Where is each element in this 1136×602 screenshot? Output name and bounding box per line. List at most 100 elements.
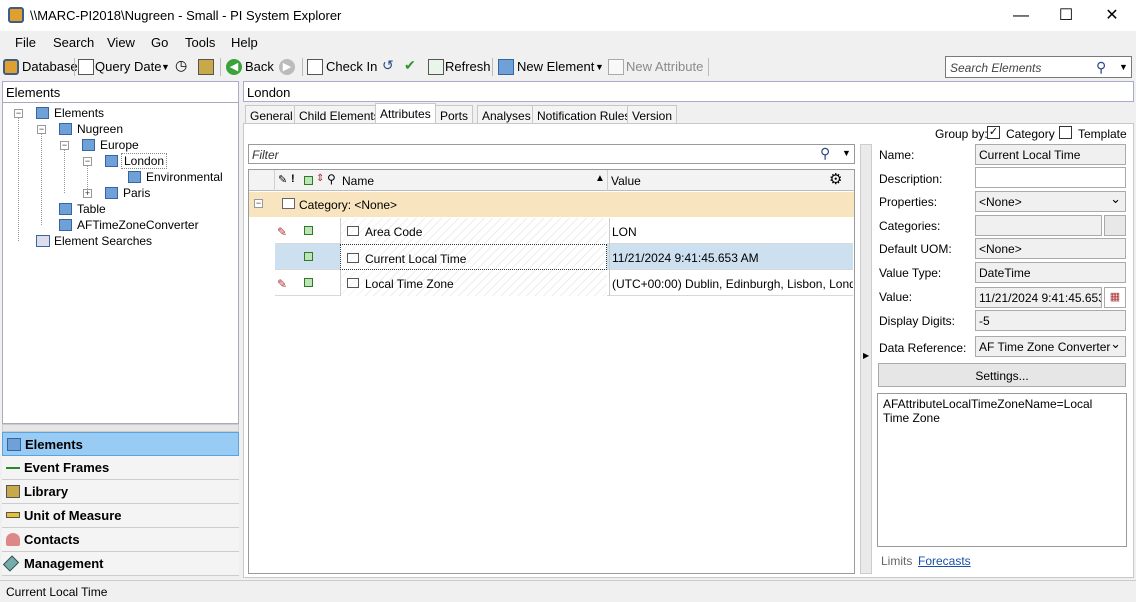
new-element-button[interactable]: New Element bbox=[517, 59, 594, 74]
nav-management[interactable]: Management bbox=[2, 552, 239, 576]
tab-version[interactable]: Version bbox=[627, 105, 678, 125]
expand-nugreen-icon[interactable]: − bbox=[37, 125, 46, 134]
close-button[interactable]: ✕ bbox=[1089, 0, 1135, 31]
description-field[interactable] bbox=[975, 167, 1126, 188]
tree-item-london[interactable]: London bbox=[121, 153, 168, 169]
expand-europe-icon[interactable]: − bbox=[60, 141, 69, 150]
category-group-row[interactable]: − Category: <None> bbox=[249, 192, 854, 217]
element-tree[interactable]: − Elements − Nugreen − Europe − London E… bbox=[2, 102, 239, 424]
column-header-value[interactable]: Value bbox=[611, 174, 641, 188]
name-cell[interactable]: Area Code bbox=[340, 218, 607, 244]
new-element-dropdown-icon[interactable]: ▼ bbox=[595, 62, 604, 72]
menu-tools[interactable]: Tools bbox=[185, 35, 215, 50]
search-column-icon[interactable]: ⚲ bbox=[327, 172, 336, 186]
display-digits-field[interactable]: -5 bbox=[975, 310, 1126, 331]
tree-item-elements[interactable]: Elements bbox=[54, 106, 104, 120]
tree-item-nugreen[interactable]: Nugreen bbox=[77, 122, 123, 136]
properties-dropdown[interactable]: <None> bbox=[975, 191, 1126, 212]
categories-browse-button[interactable] bbox=[1104, 215, 1126, 236]
tree-item-element-searches[interactable]: Element Searches bbox=[54, 234, 152, 248]
nav-elements[interactable]: Elements bbox=[2, 432, 239, 456]
sort-column-icon[interactable]: ⇕ bbox=[316, 173, 324, 184]
map-icon[interactable] bbox=[198, 59, 214, 75]
table-row[interactable]: ✎ Area Code LON bbox=[275, 218, 853, 244]
search-icon[interactable]: ⚲ bbox=[1096, 59, 1106, 76]
filter-dropdown-icon[interactable]: ▼ bbox=[842, 148, 851, 158]
tree-item-paris[interactable]: Paris bbox=[123, 186, 150, 200]
flag-column-icon[interactable]: ! bbox=[291, 173, 295, 185]
maximize-button[interactable]: ☐ bbox=[1043, 0, 1089, 31]
menu-go[interactable]: Go bbox=[151, 35, 168, 50]
pi-point-column-icon[interactable] bbox=[304, 176, 313, 185]
nav-unit-of-measure[interactable]: Unit of Measure bbox=[2, 504, 239, 528]
checkmark-icon[interactable]: ✔ bbox=[404, 57, 416, 74]
value-cell[interactable]: (UTC+00:00) Dublin, Edinburgh, Lisbon, L… bbox=[609, 270, 853, 296]
nav-library[interactable]: Library bbox=[2, 480, 239, 504]
edit-pencil-icon[interactable]: ✎ bbox=[277, 218, 287, 244]
query-date-dropdown-icon[interactable]: ▼ bbox=[161, 62, 170, 72]
clock-icon[interactable]: ◷ bbox=[175, 57, 187, 74]
forecasts-link[interactable]: Forecasts bbox=[918, 554, 971, 568]
nav-event-frames[interactable]: Event Frames bbox=[2, 456, 239, 480]
check-in-button[interactable]: Check In bbox=[326, 59, 377, 74]
tab-analyses[interactable]: Analyses bbox=[477, 105, 536, 125]
template-checkbox[interactable] bbox=[1059, 126, 1072, 139]
back-button[interactable]: Back bbox=[245, 59, 274, 74]
value-cell[interactable]: LON bbox=[609, 218, 853, 244]
collapse-arrow-icon[interactable]: ▶ bbox=[863, 351, 869, 360]
search-dropdown-icon[interactable]: ▼ bbox=[1119, 62, 1128, 72]
tree-item-table[interactable]: Table bbox=[77, 202, 106, 216]
panel-splitter[interactable] bbox=[2, 424, 239, 432]
limits-link[interactable]: Limits bbox=[881, 554, 912, 568]
query-date-button[interactable]: Query Date bbox=[95, 59, 161, 74]
tree-item-environmental[interactable]: Environmental bbox=[146, 170, 223, 184]
nav-contacts-label: Contacts bbox=[24, 532, 80, 547]
table-row-selected[interactable]: Current Local Time 11/21/2024 9:41:45.65… bbox=[275, 244, 853, 270]
value-field[interactable]: 11/21/2024 9:41:45.653 bbox=[975, 287, 1102, 308]
edit-column-icon[interactable]: ✎ bbox=[278, 173, 287, 186]
tree-item-aftimezoneconverter[interactable]: AFTimeZoneConverter bbox=[77, 218, 199, 232]
default-uom-field[interactable]: <None> bbox=[975, 238, 1126, 259]
menu-help[interactable]: Help bbox=[231, 35, 258, 50]
search-elements-input[interactable]: Search Elements ⚲ ▼ bbox=[945, 56, 1132, 78]
nav-contacts[interactable]: Contacts bbox=[2, 528, 239, 552]
tab-general[interactable]: General bbox=[245, 105, 298, 125]
name-cell[interactable]: Current Local Time bbox=[340, 244, 607, 270]
category-checkbox[interactable]: ✓ bbox=[987, 126, 1000, 139]
calendar-picker-icon[interactable]: ▦ bbox=[1104, 287, 1126, 308]
value-cell[interactable]: 11/21/2024 9:41:45.653 AM bbox=[609, 244, 853, 270]
config-string-box[interactable]: AFAttributeLocalTimeZoneName=Local Time … bbox=[877, 393, 1127, 547]
minimize-button[interactable]: — bbox=[998, 0, 1044, 31]
refresh-button[interactable]: Refresh bbox=[445, 59, 491, 74]
collapse-category-icon[interactable]: − bbox=[254, 199, 263, 208]
property-panel-splitter[interactable]: ▶ bbox=[860, 144, 872, 574]
database-button[interactable]: Database bbox=[22, 59, 78, 74]
tab-ports[interactable]: Ports bbox=[435, 105, 474, 125]
tab-notification-rules[interactable]: Notification Rules bbox=[532, 105, 636, 125]
expand-london-icon[interactable]: − bbox=[83, 157, 92, 166]
tab-child-elements[interactable]: Child Elements bbox=[294, 105, 385, 125]
column-settings-gear-icon[interactable]: ⚙ bbox=[829, 170, 842, 188]
value-type-field[interactable]: DateTime bbox=[975, 262, 1126, 283]
undo-check-out-icon[interactable]: ↺ bbox=[382, 57, 394, 74]
name-field[interactable]: Current Local Time bbox=[975, 144, 1126, 165]
tab-attributes[interactable]: Attributes bbox=[375, 103, 436, 125]
table-row[interactable]: ✎ Local Time Zone (UTC+00:00) Dublin, Ed… bbox=[275, 270, 853, 296]
back-arrow-icon[interactable]: ◀ bbox=[226, 59, 242, 75]
menu-search[interactable]: Search bbox=[53, 35, 94, 50]
menu-file[interactable]: File bbox=[15, 35, 36, 50]
edit-pencil-icon[interactable]: ✎ bbox=[277, 270, 287, 296]
name-cell[interactable]: Local Time Zone bbox=[340, 270, 607, 296]
expand-paris-icon[interactable]: + bbox=[83, 189, 92, 198]
filter-search-icon[interactable]: ⚲ bbox=[820, 145, 830, 162]
tree-item-europe[interactable]: Europe bbox=[100, 138, 139, 152]
column-header-name[interactable]: Name bbox=[342, 174, 374, 188]
settings-button[interactable]: Settings... bbox=[878, 363, 1126, 387]
categories-field[interactable] bbox=[975, 215, 1102, 236]
attribute-filter-input[interactable]: Filter ⚲ ▼ bbox=[248, 144, 855, 164]
menu-view[interactable]: View bbox=[107, 35, 135, 50]
data-reference-dropdown[interactable]: AF Time Zone Converter bbox=[975, 336, 1126, 357]
forward-arrow-icon[interactable]: ▶ bbox=[279, 59, 295, 75]
expand-elements-icon[interactable]: − bbox=[14, 109, 23, 118]
new-attribute-button[interactable]: New Attribute bbox=[626, 59, 703, 74]
